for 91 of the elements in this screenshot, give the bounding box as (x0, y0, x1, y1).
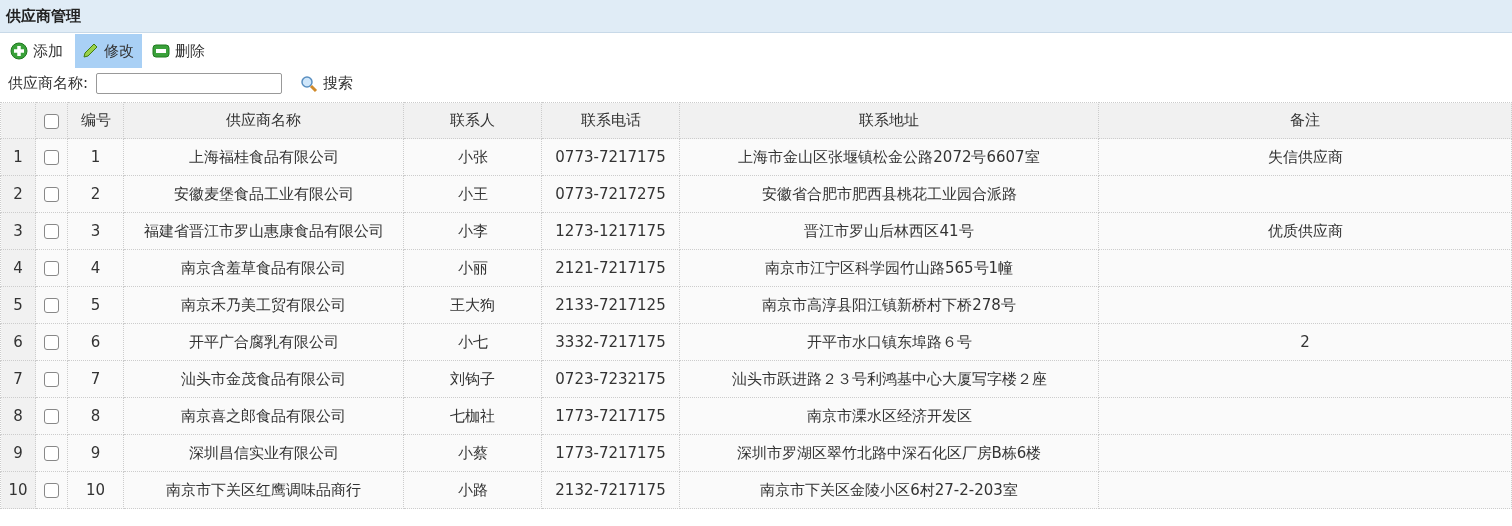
row-number: 10 (0, 471, 36, 509)
select-all-checkbox[interactable] (44, 113, 59, 129)
table-cell: 6 (67, 323, 124, 361)
row-number: 5 (0, 286, 36, 324)
column-header[interactable]: 联系地址 (679, 102, 1099, 139)
row-number: 4 (0, 249, 36, 287)
table-cell: 2121-7217175 (541, 249, 680, 287)
table-cell: 安徽省合肥市肥西县桃花工业园合派路 (679, 175, 1099, 213)
table-cell: 0773-7217175 (541, 138, 680, 176)
row-checkbox[interactable] (44, 261, 59, 276)
row-number: 8 (0, 397, 36, 435)
column-header[interactable]: 联系电话 (541, 102, 680, 139)
table-cell: 7 (67, 360, 124, 398)
row-checkbox[interactable] (44, 224, 59, 239)
row-checkbox[interactable] (44, 187, 59, 202)
panel-title: 供应商管理 (6, 6, 81, 26)
table-cell: 2 (1098, 323, 1512, 361)
pencil-icon (81, 42, 99, 60)
table-cell: 5 (67, 286, 124, 324)
table-cell: 开平市水口镇东埠路６号 (679, 323, 1099, 361)
table-cell: 小蔡 (403, 434, 542, 472)
table-cell: 小李 (403, 212, 542, 250)
column-header[interactable]: 联系人 (403, 102, 542, 139)
table-cell: 福建省晋江市罗山惠康食品有限公司 (123, 212, 404, 250)
table-cell: 小丽 (403, 249, 542, 287)
row-number: 6 (0, 323, 36, 361)
table-cell: 南京禾乃美工贸有限公司 (123, 286, 404, 324)
table-cell: 3332-7217175 (541, 323, 680, 361)
table-cell: 南京市高淳县阳江镇新桥村下桥278号 (679, 286, 1099, 324)
table-cell: 小七 (403, 323, 542, 361)
table-cell: 王大狗 (403, 286, 542, 324)
table-cell: 上海市金山区张堰镇松金公路2072号6607室 (679, 138, 1099, 176)
row-number: 1 (0, 138, 36, 176)
table-cell: 南京喜之郎食品有限公司 (123, 397, 404, 435)
search-label: 供应商名称: (8, 74, 89, 93)
table-cell: 汕头市金茂食品有限公司 (123, 360, 404, 398)
search-field[interactable] (96, 73, 283, 94)
table-cell: 南京市江宁区科学园竹山路565号1幢 (679, 249, 1099, 287)
row-checkbox[interactable] (44, 483, 59, 498)
edit-button[interactable]: 修改 (75, 34, 142, 68)
table-cell: 小路 (403, 471, 542, 509)
delete-button[interactable]: 删除 (146, 34, 213, 68)
row-checkbox[interactable] (44, 409, 59, 424)
table-cell: 3 (67, 212, 124, 250)
table-cell: 0773-7217275 (541, 175, 680, 213)
row-number: 9 (0, 434, 36, 472)
table-cell: 南京市溧水区经济开发区 (679, 397, 1099, 435)
plus-icon (10, 42, 28, 60)
row-checkbox[interactable] (44, 372, 59, 387)
table-cell: 9 (67, 434, 124, 472)
row-number: 3 (0, 212, 36, 250)
table-cell: 小王 (403, 175, 542, 213)
table-cell: 刘钩子 (403, 360, 542, 398)
table-cell: 1273-1217175 (541, 212, 680, 250)
row-number: 7 (0, 360, 36, 398)
search-button[interactable]: 搜索 (296, 74, 358, 93)
table-cell: 开平广合腐乳有限公司 (123, 323, 404, 361)
column-header[interactable]: 供应商名称 (123, 102, 404, 139)
table-cell: 深圳市罗湖区翠竹北路中深石化区厂房B栋6楼 (679, 434, 1099, 472)
table-cell: 0723-7232175 (541, 360, 680, 398)
table-cell: 七枷社 (403, 397, 542, 435)
row-checkbox[interactable] (44, 446, 59, 461)
table-cell: 1773-7217175 (541, 434, 680, 472)
table-cell: 1773-7217175 (541, 397, 680, 435)
add-button[interactable]: 添加 (4, 34, 71, 68)
table-cell: 优质供应商 (1098, 212, 1512, 250)
row-checkbox[interactable] (44, 335, 59, 350)
table-cell: 2132-7217175 (541, 471, 680, 509)
minus-icon (152, 44, 170, 58)
table-cell: 10 (67, 471, 124, 509)
table-cell: 安徽麦堡食品工业有限公司 (123, 175, 404, 213)
table-cell: 2133-7217125 (541, 286, 680, 324)
column-header[interactable]: 备注 (1098, 102, 1512, 139)
table-cell: 南京市下关区红鹰调味品商行 (123, 471, 404, 509)
table-cell: 4 (67, 249, 124, 287)
column-header[interactable]: 编号 (67, 102, 124, 139)
table-cell: 8 (67, 397, 124, 435)
search-icon (300, 74, 319, 93)
table-cell: 深圳昌信实业有限公司 (123, 434, 404, 472)
table-cell: 2 (67, 175, 124, 213)
table-cell: 汕头市跃进路２３号利鸿基中心大厦写字楼２座 (679, 360, 1099, 398)
table-cell: 南京市下关区金陵小区6村27-2-203室 (679, 471, 1099, 509)
table-cell: 小张 (403, 138, 542, 176)
row-checkbox[interactable] (44, 298, 59, 313)
table-cell: 失信供应商 (1098, 138, 1512, 176)
row-number: 2 (0, 175, 36, 213)
table-cell: 晋江市罗山后林西区41号 (679, 212, 1099, 250)
table-cell: 南京含羞草食品有限公司 (123, 249, 404, 287)
table-cell: 上海福桂食品有限公司 (123, 138, 404, 176)
row-checkbox[interactable] (44, 150, 59, 165)
table-cell: 1 (67, 138, 124, 176)
